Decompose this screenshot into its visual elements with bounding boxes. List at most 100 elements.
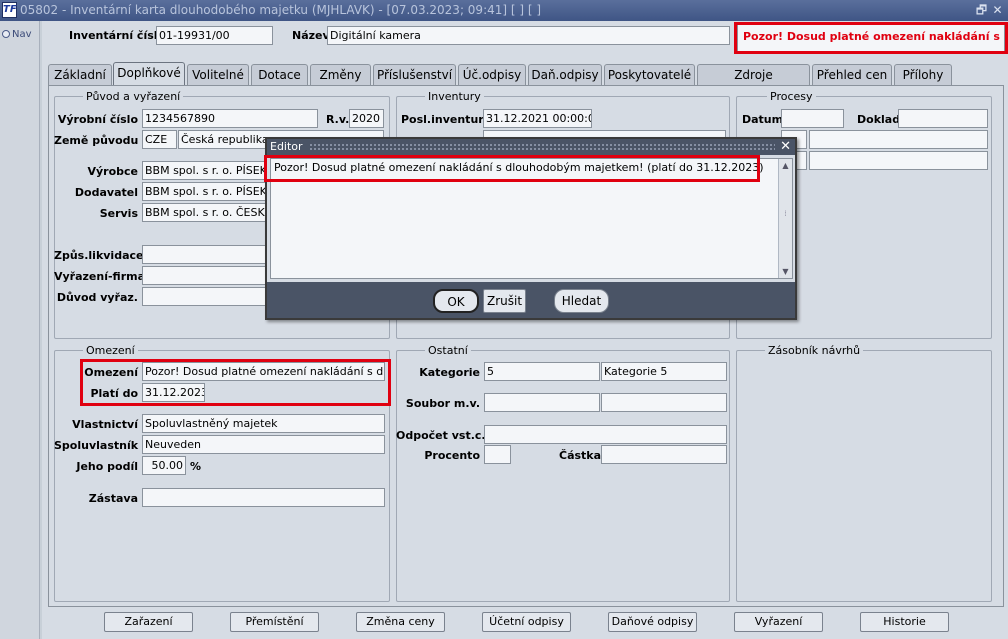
- group-zasobnik-title: Zásobník návrhů: [765, 344, 864, 357]
- tab-prehled-cen[interactable]: Přehled cen: [812, 64, 892, 85]
- zastava-field[interactable]: [142, 488, 385, 507]
- tab-dan-odpisy[interactable]: Daň.odpisy: [528, 64, 602, 85]
- doklad-label: Doklad: [857, 113, 901, 126]
- zastava-label: Zástava: [88, 492, 138, 505]
- kategorie-nazev-field[interactable]: Kategorie 5: [601, 362, 727, 381]
- tab-zdroje-financovani[interactable]: Zdroje financování: [697, 64, 810, 102]
- window-title: 05802 - Inventární karta dlouhodobého ma…: [20, 3, 542, 17]
- tab-dotace[interactable]: Dotace: [251, 64, 308, 85]
- posl-inventura-field[interactable]: 31.12.2021 00:00:00: [483, 109, 592, 128]
- tab-volitelne[interactable]: Volitelné: [187, 64, 249, 85]
- restriction-warning: Pozor! Dosud platné omezení nakládání s …: [737, 24, 1005, 52]
- inv-number-label: Inventární číslo: [69, 29, 166, 42]
- soubor-mv-field[interactable]: [484, 393, 600, 412]
- close-window-icon[interactable]: ✕: [991, 3, 1004, 17]
- kategorie-kod-field[interactable]: 5: [484, 362, 600, 381]
- tab-doplnkove[interactable]: Doplňkové: [113, 62, 185, 85]
- servis-label: Servis: [99, 207, 138, 220]
- omezeni-label: Omezení: [84, 366, 138, 379]
- premisteni-button[interactable]: Přemístění: [230, 612, 319, 632]
- inv-number-field[interactable]: 01-19931/00: [156, 26, 273, 45]
- group-inventury-title: Inventury: [425, 90, 484, 103]
- name-field[interactable]: Digitální kamera: [327, 26, 730, 45]
- omezeni-field[interactable]: Pozor! Dosud platné omezení nakládání s …: [142, 362, 385, 381]
- editor-scrollbar[interactable]: ▲ ⁞ ▼: [778, 159, 792, 278]
- procesy-field-3[interactable]: [809, 130, 988, 149]
- vlastnictvi-label: Vlastnictví: [72, 418, 138, 431]
- historie-button[interactable]: Historie: [860, 612, 949, 632]
- procento-label: Procento: [424, 449, 480, 462]
- duvod-vyrazeni-label: Důvod vyřaz.: [56, 291, 138, 304]
- castka-label: Částka: [559, 449, 602, 462]
- zeme-kod-field[interactable]: CZE: [142, 130, 177, 149]
- restore-window-icon[interactable]: 🗗: [975, 3, 988, 17]
- tab-zakladni[interactable]: Základní: [48, 64, 112, 85]
- rv-label: R.v.: [326, 113, 350, 126]
- nav-column: [0, 21, 40, 639]
- ucetni-odpisy-button[interactable]: Účetní odpisy: [482, 612, 571, 632]
- procesy-field-5[interactable]: [809, 151, 988, 170]
- tab-poskytovatele[interactable]: Poskytovatelé: [604, 64, 695, 85]
- name-label: Název: [292, 29, 330, 42]
- close-icon[interactable]: ✕: [780, 139, 791, 155]
- tab-uc-odpisy[interactable]: Úč.odpisy: [458, 64, 526, 85]
- radio-icon: [2, 30, 10, 38]
- procento-field[interactable]: [484, 445, 511, 464]
- group-ostatni: Ostatní: [396, 344, 730, 602]
- editor-dialog: Editor ✕ Pozor! Dosud platné omezení nak…: [265, 137, 797, 320]
- hledat-button[interactable]: Hledat: [554, 289, 609, 313]
- vyr-cislo-field[interactable]: 1234567890: [142, 109, 318, 128]
- vyrazeni-firma-label: Vyřazení-firma: [54, 270, 146, 283]
- tab-prilohy[interactable]: Přílohy: [894, 64, 952, 85]
- doklad-field[interactable]: [898, 109, 988, 128]
- nav-label: Nav: [12, 29, 32, 40]
- nav-toggle[interactable]: Nav: [2, 29, 32, 40]
- danove-odpisy-button[interactable]: Daňové odpisy: [608, 612, 697, 632]
- spoluvlastnik-field[interactable]: Neuveden: [142, 435, 385, 454]
- editor-text: Pozor! Dosud platné omezení nakládání s …: [274, 161, 764, 174]
- jeho-podil-field[interactable]: 50.00: [142, 456, 186, 475]
- tab-prislusenstvi[interactable]: Příslušenství: [373, 64, 456, 85]
- odpocet-field[interactable]: [484, 425, 727, 444]
- posl-inventura-label: Posl.inventura: [401, 113, 492, 126]
- editor-footer: [267, 282, 795, 318]
- soubor-mv-label: Soubor m.v.: [405, 397, 480, 410]
- podil-unit: %: [190, 460, 202, 473]
- group-ostatni-title: Ostatní: [425, 344, 471, 357]
- app-logo-icon: TF: [2, 2, 17, 18]
- plati-do-field[interactable]: 31.12.2023: [142, 383, 205, 402]
- dodavatel-label: Dodavatel: [74, 186, 138, 199]
- title-bar: TF 05802 - Inventární karta dlouhodobého…: [0, 0, 1008, 21]
- datum-field[interactable]: [781, 109, 844, 128]
- vlastnictvi-field[interactable]: Spoluvlastněný majetek: [142, 414, 385, 433]
- group-omezeni-title: Omezení: [83, 344, 138, 357]
- group-procesy-title: Procesy: [767, 90, 816, 103]
- vyrobce-label: Výrobce: [87, 165, 138, 178]
- zmena-ceny-button[interactable]: Změna ceny: [356, 612, 445, 632]
- editor-textarea[interactable]: Pozor! Dosud platné omezení nakládání s …: [270, 158, 793, 279]
- castka-field[interactable]: [601, 445, 727, 464]
- scroll-grip-icon: ⁞: [784, 209, 787, 218]
- kategorie-label: Kategorie: [419, 366, 480, 379]
- odpocet-label: Odpočet vst.c.: [396, 429, 486, 442]
- datum-label: Datum: [742, 113, 784, 126]
- group-puvod-title: Původ a vyřazení: [83, 90, 184, 103]
- scroll-down-icon[interactable]: ▼: [780, 266, 791, 277]
- zarazeni-button[interactable]: Zařazení: [104, 612, 193, 632]
- zrusit-button[interactable]: Zrušit: [483, 289, 526, 313]
- ok-button[interactable]: OK: [433, 289, 479, 313]
- scroll-up-icon[interactable]: ▲: [780, 160, 791, 171]
- rv-field[interactable]: 2020: [349, 109, 384, 128]
- plati-do-label: Platí do: [90, 387, 138, 400]
- drag-grip[interactable]: [309, 143, 775, 151]
- zpusob-likvidace-label: Způs.likvidace: [54, 249, 144, 262]
- editor-title: Editor: [270, 140, 303, 153]
- tab-zmeny[interactable]: Změny: [310, 64, 371, 85]
- group-zasobnik: Zásobník návrhů: [736, 344, 992, 602]
- vyr-cislo-label: Výrobní číslo: [57, 113, 138, 126]
- vyrazeni-button[interactable]: Vyřazení: [734, 612, 823, 632]
- jeho-podil-label: Jeho podíl: [76, 460, 138, 473]
- soubor-mv-field-2[interactable]: [601, 393, 727, 412]
- spoluvlastnik-label: Spoluvlastník: [54, 439, 139, 452]
- zeme-label: Země původu: [54, 134, 139, 147]
